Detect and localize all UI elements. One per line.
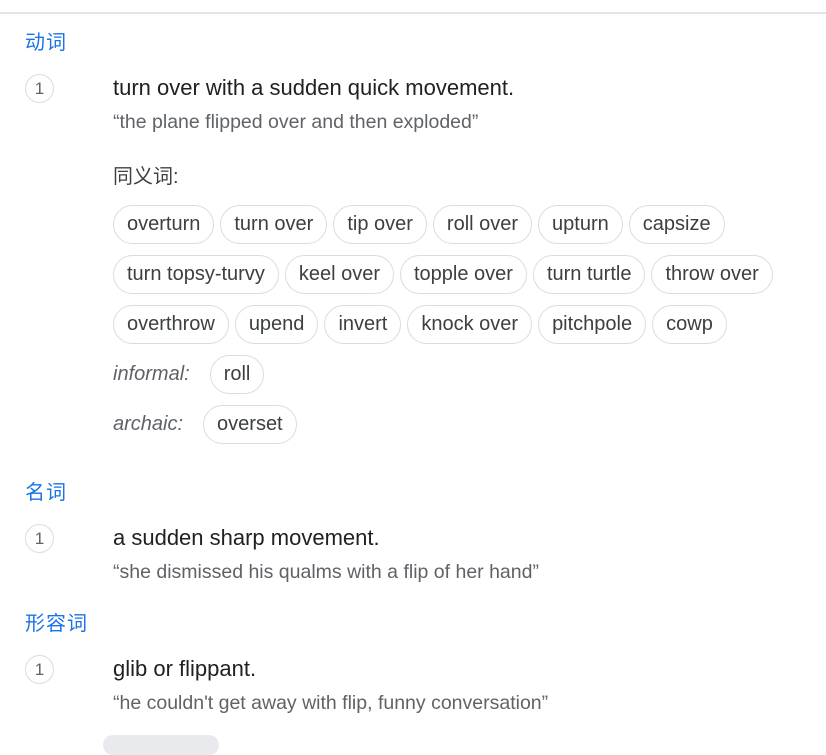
definition-text: a sudden sharp movement. xyxy=(113,525,380,550)
synonym-chip[interactable]: cowp xyxy=(652,305,727,344)
example-text: “the plane flipped over and then explode… xyxy=(113,111,479,133)
example-text: “he couldn't get away with flip, funny c… xyxy=(113,692,549,714)
synonyms-label: 同义词: xyxy=(113,166,179,188)
cut-off-chip xyxy=(103,735,219,755)
pos-label-verb: 动词 xyxy=(25,32,67,54)
top-divider xyxy=(0,12,826,14)
synonym-chip[interactable]: keel over xyxy=(284,255,394,294)
definition-text: glib or flippant. xyxy=(113,656,257,681)
synonym-chip[interactable]: upend xyxy=(234,305,319,344)
synonym-chip[interactable]: turn turtle xyxy=(532,255,646,294)
synonym-chip[interactable]: capsize xyxy=(628,205,725,244)
synonym-chip[interactable]: pitchpole xyxy=(538,305,647,344)
synonym-chip[interactable]: throw over xyxy=(651,255,773,294)
synonym-chip[interactable]: turn topsy-turvy xyxy=(113,255,279,294)
sense-number-badge: 1 xyxy=(25,74,54,103)
sense-number-badge: 1 xyxy=(25,655,54,684)
synonym-chip-row-2: turn topsy-turvy keel over topple over t… xyxy=(113,255,779,294)
informal-row: informal: roll xyxy=(113,355,270,394)
definition-text: turn over with a sudden quick movement. xyxy=(113,75,515,100)
synonym-chip[interactable]: knock over xyxy=(407,305,533,344)
synonym-chip[interactable]: invert xyxy=(324,305,402,344)
sense-number-badge: 1 xyxy=(25,524,54,553)
synonym-chip[interactable]: roll xyxy=(209,355,265,394)
synonym-chip-row-3: overthrow upend invert knock over pitchp… xyxy=(113,305,733,344)
pos-label-adjective: 形容词 xyxy=(25,613,88,635)
synonym-chip[interactable]: overturn xyxy=(113,205,215,244)
synonym-chip[interactable]: turn over xyxy=(220,205,328,244)
example-text: “she dismissed his qualms with a flip of… xyxy=(113,561,539,583)
register-label-archaic: archaic: xyxy=(113,413,184,435)
synonym-chip-row-1: overturn turn over tip over roll over up… xyxy=(113,205,731,244)
synonym-chip[interactable]: overthrow xyxy=(113,305,229,344)
pos-label-noun: 名词 xyxy=(25,482,67,504)
register-label-informal: informal: xyxy=(113,363,190,385)
synonym-chip[interactable]: overset xyxy=(203,405,297,444)
synonym-chip[interactable]: upturn xyxy=(538,205,623,244)
synonym-chip[interactable]: topple over xyxy=(399,255,527,294)
synonym-chip[interactable]: tip over xyxy=(333,205,427,244)
archaic-row: archaic: overset xyxy=(113,405,303,444)
synonym-chip[interactable]: roll over xyxy=(432,205,533,244)
